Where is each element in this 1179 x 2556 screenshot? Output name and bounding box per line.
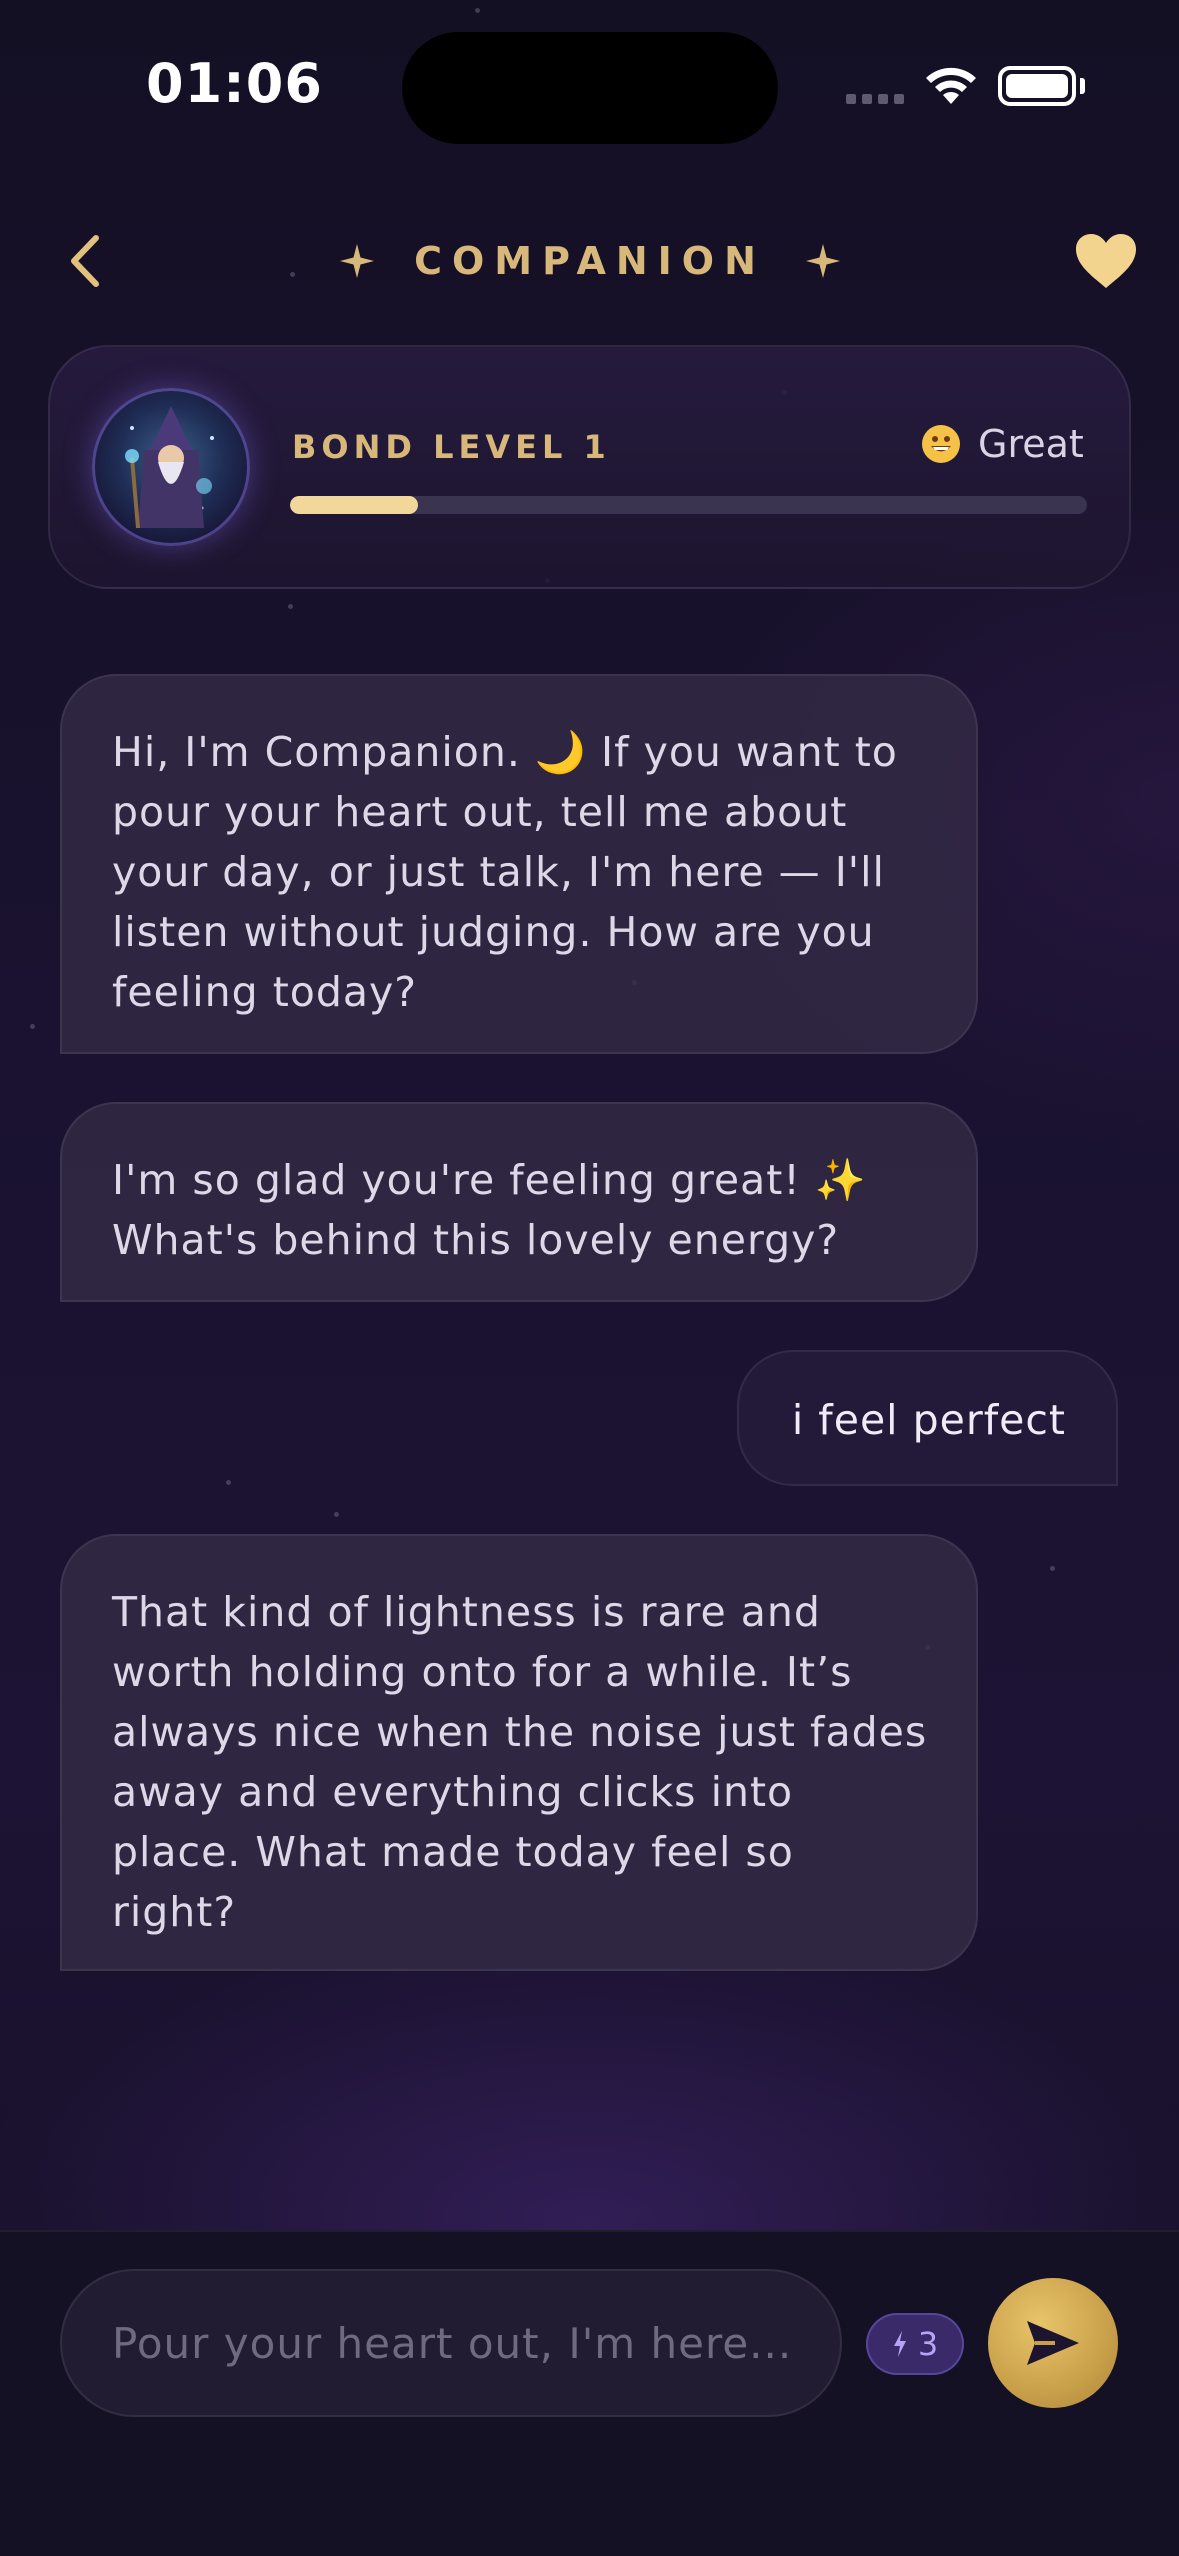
heart-icon [1076, 234, 1136, 288]
companion-message: That kind of lightness is rare and worth… [60, 1534, 978, 1971]
bond-progress-fill [290, 496, 418, 514]
status-time: 01:06 [146, 52, 323, 115]
energy-count: 3 [917, 2325, 939, 2363]
sparkle-icon [340, 244, 375, 278]
grinning-face-icon [922, 425, 960, 463]
energy-badge[interactable]: 3 [866, 2313, 964, 2375]
favorite-button[interactable] [1070, 228, 1142, 294]
send-button[interactable] [988, 2278, 1118, 2408]
wifi-icon [926, 67, 976, 104]
background-star [290, 272, 295, 277]
battery-tip [1080, 78, 1085, 94]
companion-message: I'm so glad you're feeling great! ✨ What… [60, 1102, 978, 1302]
sparkle-icon [805, 244, 840, 278]
bond-level-label: BOND LEVEL 1 [292, 428, 611, 466]
header-title-group: COMPANION [330, 228, 850, 294]
background-star [475, 8, 480, 13]
page-title: COMPANION [414, 239, 766, 283]
bond-progress-bar [290, 496, 1087, 514]
mood-label: Great [978, 422, 1084, 466]
back-button[interactable] [60, 228, 110, 294]
user-message: i feel perfect [737, 1350, 1118, 1486]
background-star [226, 1480, 231, 1485]
chat-screen: 01:06 COMPANION BOND LEVEL 1 Great Hi, I… [0, 0, 1179, 2556]
dynamic-island [402, 32, 778, 144]
background-star [288, 604, 293, 609]
wizard-avatar-image [125, 406, 214, 529]
lightning-icon [893, 2331, 906, 2357]
cellular-signal-icon [846, 94, 904, 104]
chevron-left-icon [71, 235, 99, 287]
companion-avatar [92, 388, 250, 546]
battery-icon [998, 66, 1076, 106]
background-star [30, 1024, 35, 1029]
message-input[interactable] [60, 2269, 842, 2417]
background-star [1050, 1566, 1055, 1571]
companion-message: Hi, I'm Companion. 🌙 If you want to pour… [60, 674, 978, 1054]
mood-indicator: Great [922, 422, 1084, 466]
send-icon [1027, 2321, 1079, 2365]
background-star [334, 1512, 339, 1517]
